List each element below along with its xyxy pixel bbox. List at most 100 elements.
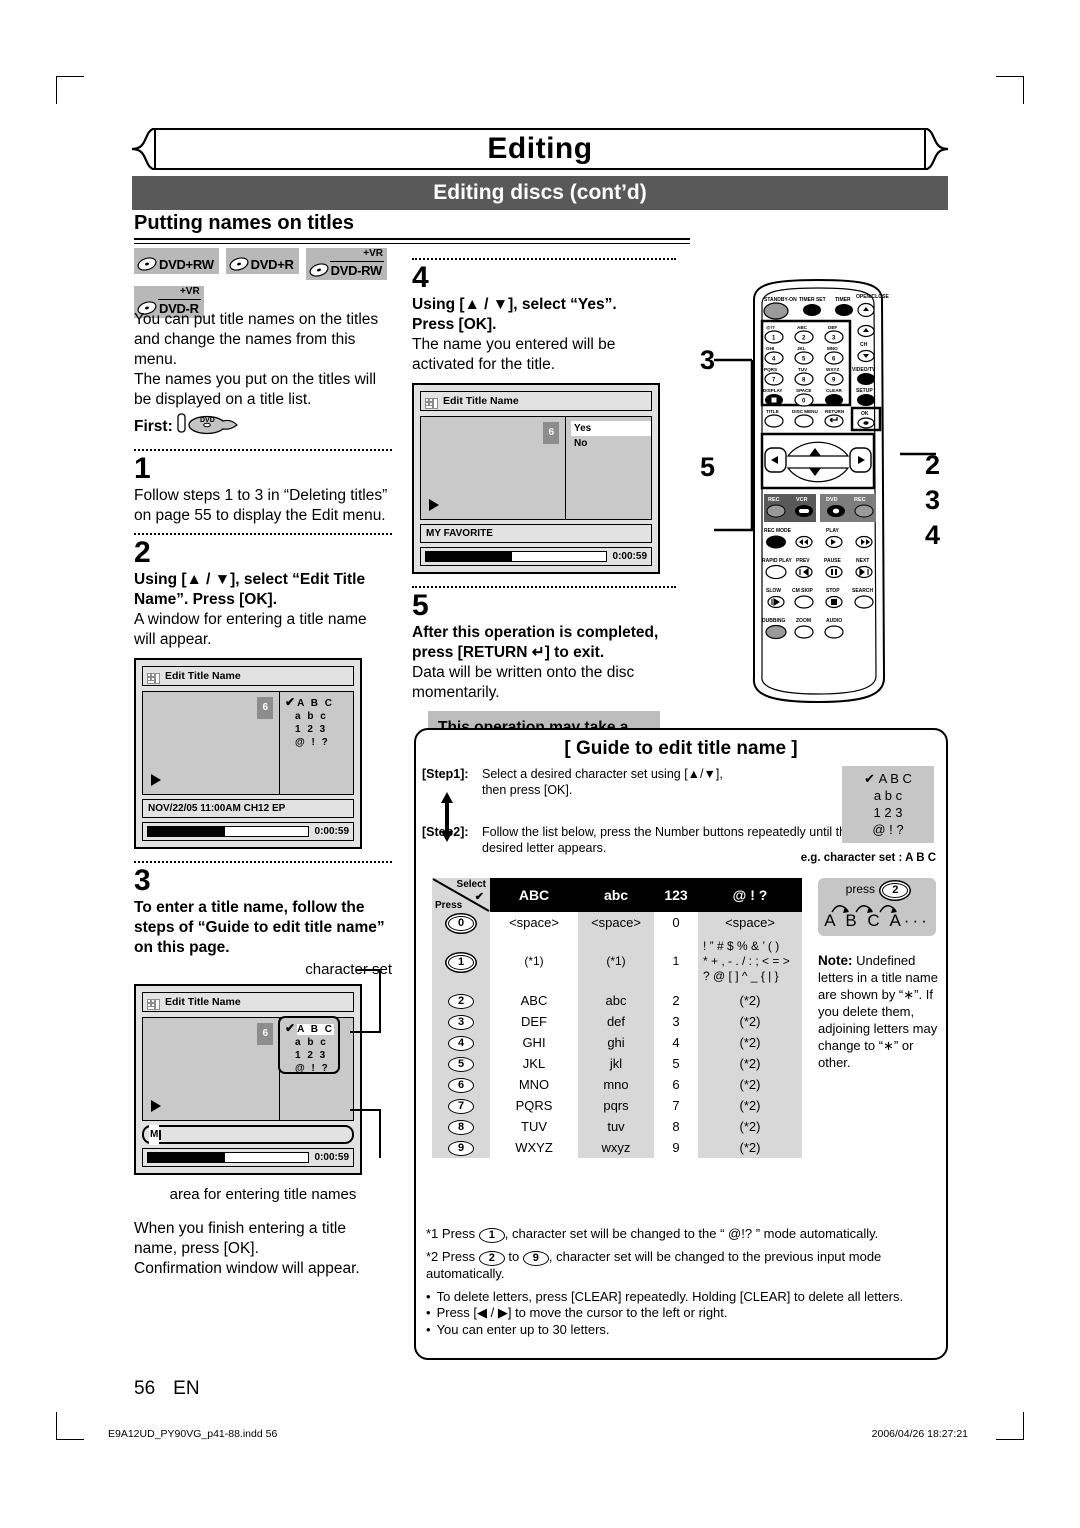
- bullet-icon: •: [426, 1305, 431, 1320]
- table-row: 2 ABC abc 2 (*2): [432, 990, 802, 1011]
- cell-abc: DEF: [490, 1011, 578, 1032]
- table-col-123: 123: [654, 878, 698, 912]
- footnote-bullet-1-text: To delete letters, press [CLEAR] repeate…: [436, 1288, 904, 1304]
- caption-entry-area: area for entering title names: [169, 1186, 357, 1203]
- key-button-9[interactable]: 9: [432, 1137, 490, 1158]
- heading-rule-thin: [134, 243, 690, 244]
- cell-abc: ABC: [490, 990, 578, 1011]
- footnote-key-2[interactable]: 2: [478, 1251, 505, 1266]
- option-no[interactable]: No: [571, 436, 651, 451]
- first-row: First: DVD: [134, 412, 392, 442]
- checkmark-icon: ✔: [474, 891, 484, 903]
- osd-screenshot-step3: Edit Title Name 6 ✔A B C a b c 1 2 3 @ !…: [134, 969, 381, 1175]
- badge-dvd-plus-r: DVD+R: [225, 248, 299, 274]
- svg-text:TIMER: TIMER: [835, 297, 851, 303]
- step-5-body: Data will be written onto the disc momen…: [412, 664, 635, 701]
- cell-abc: TUV: [490, 1116, 578, 1137]
- callout-2-ok: 2: [925, 450, 941, 480]
- badge-label: DVD-RW: [330, 263, 383, 278]
- note-title: Note:: [818, 953, 853, 968]
- crop-mark-bottom-right: [996, 1412, 1024, 1440]
- charset-label: A B C: [297, 698, 334, 709]
- osd-progress-bar: 0:00:59: [420, 547, 652, 566]
- cell-123: 6: [654, 1074, 698, 1095]
- table-row: 7 PQRS pqrs 7 (*2): [432, 1095, 802, 1116]
- charset-row-123: 1 2 3: [295, 724, 328, 735]
- cell-symbols: (*2): [698, 1032, 802, 1053]
- cell-abc-lower: pqrs: [578, 1095, 654, 1116]
- step-number-1: 1: [134, 452, 151, 485]
- osd-menu-icon: [147, 671, 160, 684]
- cell-symbols: (*2): [698, 990, 802, 1011]
- callout-leader-lines: [350, 969, 381, 1158]
- osd-progress-bar: 0:00:59: [142, 822, 354, 841]
- step-number-3: 3: [134, 864, 151, 897]
- example-key-2[interactable]: 2: [882, 883, 909, 898]
- charset-row-abc: ✔A B C: [285, 696, 353, 710]
- play-icon: [429, 499, 439, 511]
- cell-123: 2: [654, 990, 698, 1011]
- cell-abc: <space>: [490, 912, 578, 933]
- cell-symbols: (*2): [698, 1053, 802, 1074]
- option-yes[interactable]: Yes: [571, 421, 651, 436]
- first-label: First:: [134, 418, 173, 435]
- osd-menu-icon: [425, 396, 438, 409]
- osd-preview-pane: 6: [421, 417, 565, 519]
- key-button-6[interactable]: 6: [432, 1074, 490, 1095]
- osd-charset-list: ✔A B C a b c 1 2 3 @ ! ?: [279, 692, 353, 794]
- charset-row-123: 1 2 3: [295, 1050, 328, 1061]
- key-button-0[interactable]: 0: [432, 912, 490, 933]
- step-2-bold: Using [▲ / ▼], select “Edit Title Name”.…: [134, 571, 366, 608]
- cell-symbols: <space>: [698, 912, 802, 933]
- key-button-1[interactable]: 1: [432, 933, 490, 990]
- page-number: 56: [134, 1378, 156, 1399]
- osd-title-number: 6: [257, 697, 273, 719]
- example-press-row: press 2: [818, 878, 936, 898]
- key-button-5[interactable]: 5: [432, 1053, 490, 1074]
- osd-body: 6 ✔A B C a b c 1 2 3 @ ! ?: [142, 1016, 354, 1121]
- chip-row-abc-lower: a b c: [873, 788, 903, 803]
- osd-charset-list: ✔A B C a b c 1 2 3 @ ! ?: [278, 1016, 353, 1120]
- svg-text:DVD: DVD: [200, 417, 215, 424]
- up-down-arrow-icon: [441, 792, 453, 842]
- cell-123: 1: [654, 933, 698, 990]
- chapter-title: Editing: [487, 132, 593, 165]
- key-button-2[interactable]: 2: [432, 990, 490, 1011]
- charset-row-symbols: @ ! ?: [295, 737, 330, 748]
- osd-name-entry-field[interactable]: M: [142, 1124, 354, 1145]
- svg-text:AUDIO: AUDIO: [826, 618, 842, 624]
- key-button-3[interactable]: 3: [432, 1011, 490, 1032]
- callout-3-ok: 3: [925, 485, 941, 515]
- key-button-7[interactable]: 7: [432, 1095, 490, 1116]
- key-button-4[interactable]: 4: [432, 1032, 490, 1053]
- cell-abc-lower: tuv: [578, 1116, 654, 1137]
- cell-abc-lower: def: [578, 1011, 654, 1032]
- cell-123: 0: [654, 912, 698, 933]
- cell-abc: JKL: [490, 1053, 578, 1074]
- step-5-bold-2: press [RETURN ↵] to exit.: [412, 644, 605, 661]
- osd-menu-icon: [147, 997, 160, 1010]
- footnote-2-mid: to: [508, 1249, 520, 1264]
- crop-mark-top-left: [56, 76, 84, 104]
- intro-paragraph-1: You can put title names on the titles an…: [134, 311, 379, 368]
- badge-label: DVD+R: [250, 257, 294, 272]
- step-3-body: When you finish entering a title name, p…: [134, 1220, 346, 1257]
- osd-titlebar: Edit Title Name: [142, 666, 354, 686]
- osd-time: 0:00:59: [612, 550, 647, 562]
- cell-abc-lower: <space>: [578, 912, 654, 933]
- step-1-body: Follow steps 1 to 3 in “Deleting titles”…: [134, 487, 388, 524]
- corner-press-label: Press: [435, 900, 463, 911]
- footnote-bullet-3-text: You can enter up to 30 letters.: [436, 1321, 610, 1337]
- key-button-8[interactable]: 8: [432, 1116, 490, 1137]
- entry-text: M: [149, 1124, 160, 1145]
- cell-abc: WXYZ: [490, 1137, 578, 1158]
- table-row: 4 GHI ghi 4 (*2): [432, 1032, 802, 1053]
- footnote-key-9[interactable]: 9: [522, 1251, 549, 1266]
- badge-label: DVD+RW: [159, 257, 214, 272]
- guide-title: [ Guide to edit title name ]: [564, 738, 798, 759]
- section-title-bar: Editing discs (cont’d): [132, 176, 948, 210]
- badge-vr-rule: [329, 261, 385, 262]
- footnote-key-1[interactable]: 1: [478, 1228, 505, 1243]
- table-header-row: Select ✔ Press ABC abc 123 @ ! ?: [432, 878, 802, 912]
- caption-character-set: character set: [305, 961, 392, 978]
